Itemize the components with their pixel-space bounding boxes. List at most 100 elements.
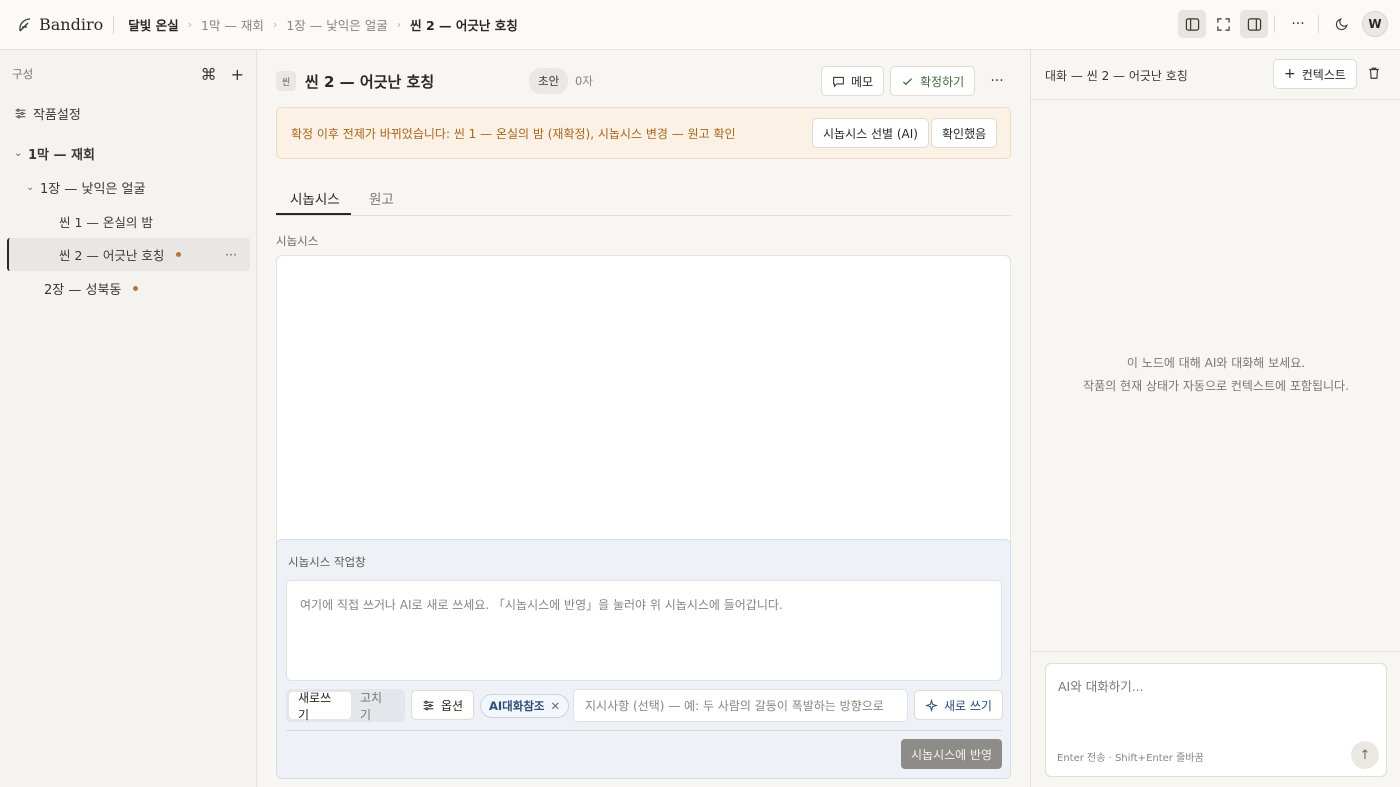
mode-edit-button[interactable]: 고치기	[351, 691, 402, 722]
command-icon[interactable]: ⌘	[201, 65, 217, 84]
toggle-left-sidebar-button[interactable]	[1178, 10, 1206, 38]
fullscreen-button[interactable]	[1209, 10, 1237, 38]
more-menu-button[interactable]: ···	[1284, 10, 1312, 38]
synopsis-editor[interactable]	[276, 255, 1011, 545]
apply-to-synopsis-button[interactable]: 시놉시스에 반영	[901, 739, 1003, 769]
trash-icon[interactable]	[1367, 66, 1381, 80]
chat-input[interactable]: AI와 대화하기... Enter 전송 · Shift+Enter 줄바꿈 ↑	[1045, 663, 1387, 777]
chat-header: 대화 — 씬 2 — 어긋난 호칭 + 컨텍스트	[1031, 50, 1400, 100]
instruction-input[interactable]: 지시사항 (선택) — 예: 두 사람의 갈등이 폭발하는 방향으로	[573, 689, 908, 722]
sidebar: 구성 ⌘ + 작품설정 ⌄ 1막 — 재회 ⌄ 1장 — 낯익은 얼굴 씬 1 …	[0, 50, 257, 787]
tree-node-scene2[interactable]: 씬 2 — 어긋난 호칭 ···	[59, 238, 249, 270]
warning-banner: 확정 이후 전제가 바뀌었습니다: 씬 1 — 온실의 밤 (재확정), 시놉시…	[276, 107, 1011, 159]
rewrite-label: 새로 쓰기	[944, 698, 992, 713]
chat-hint: Enter 전송 · Shift+Enter 줄바꿈	[1057, 753, 1204, 764]
toggle-right-panel-button[interactable]	[1240, 10, 1268, 38]
toolbar-divider	[1274, 15, 1275, 33]
top-toolbar: ··· W	[1175, 10, 1388, 38]
scene-header: 씬 씬 2 — 어긋난 호칭 초안 0자 메모 확정하기 ···	[276, 66, 1011, 96]
send-button[interactable]: ↑	[1351, 741, 1379, 769]
sliders-icon	[423, 700, 434, 710]
breadcrumb-act[interactable]: 1막 — 재회	[201, 15, 264, 34]
add-context-button[interactable]: + 컨텍스트	[1273, 59, 1357, 89]
feather-icon	[19, 17, 31, 31]
tab-synopsis[interactable]: 시놉시스	[290, 188, 340, 208]
tab-manuscript[interactable]: 원고	[369, 188, 394, 208]
sidebar-item-settings[interactable]: 작품설정	[14, 97, 81, 129]
scene-more-button[interactable]: ···	[984, 66, 1010, 96]
chevron-down-icon: ⌄	[14, 147, 23, 159]
breadcrumb-work[interactable]: 달빛 온실	[128, 15, 178, 34]
close-icon[interactable]: ✕	[551, 699, 561, 713]
chevron-right-icon: ›	[396, 18, 402, 31]
synopsis-workbench: 시놉시스 작업창 여기에 직접 쓰거나 AI로 새로 쓰세요. 「시놉시스에 반…	[276, 539, 1011, 779]
changed-dot	[176, 251, 182, 257]
instruction-placeholder: 지시사항 (선택) — 예: 두 사람의 갈등이 폭발하는 방향으로	[585, 699, 884, 713]
ellipsis-icon: ···	[1291, 16, 1305, 32]
status-badge[interactable]: 초안	[529, 68, 569, 94]
confirm-label: 확정하기	[920, 74, 965, 89]
editor-main: 씬 씬 2 — 어긋난 호칭 초안 0자 메모 확정하기 ··· 확정 이후 전…	[257, 50, 1030, 787]
mode-new-button[interactable]: 새로쓰기	[289, 691, 351, 722]
tree-node-scene1[interactable]: 씬 1 — 온실의 밤	[59, 205, 153, 237]
scene-type-chip: 씬	[276, 71, 296, 91]
brand-name: Bandiro	[39, 15, 104, 34]
tree-node-chapter2[interactable]: 2장 — 성북동	[44, 272, 139, 304]
message-icon	[833, 76, 844, 88]
empty-line-2: 작품의 현재 상태가 자동으로 컨텍스트에 포함됩니다.	[1083, 379, 1349, 393]
plus-icon: +	[1284, 66, 1296, 82]
sliders-icon	[15, 108, 26, 118]
acknowledge-button[interactable]: 확인했음	[931, 118, 998, 148]
chevron-right-icon: ›	[187, 18, 193, 31]
sidebar-item-label: 작품설정	[33, 107, 81, 123]
workbench-title: 시놉시스 작업창	[288, 555, 366, 569]
workbench-divider	[286, 730, 1002, 731]
options-label: 옵션	[441, 698, 464, 713]
arrow-up-icon: ↑	[1359, 747, 1371, 763]
avatar[interactable]: W	[1362, 11, 1388, 37]
sidebar-right-icon	[1247, 17, 1261, 31]
chat-title: 대화 — 씬 2 — 어긋난 호칭	[1045, 69, 1188, 83]
confirm-button[interactable]: 확정하기	[890, 66, 976, 96]
empty-line-1: 이 노드에 대해 AI와 대화해 보세요.	[1126, 356, 1306, 370]
theme-toggle-button[interactable]	[1328, 10, 1356, 38]
expand-icon	[1216, 17, 1230, 31]
char-count: 0자	[575, 74, 593, 88]
breadcrumb-chapter[interactable]: 1장 — 낯익은 얼굴	[286, 15, 387, 34]
add-icon[interactable]: +	[231, 65, 244, 84]
tree-node-label: 씬 1 — 온실의 밤	[59, 214, 153, 230]
sidebar-left-icon	[1185, 17, 1199, 31]
sparkle-icon	[925, 698, 938, 712]
rewrite-button[interactable]: 새로 쓰기	[914, 690, 1003, 720]
tree-node-label: 1장 — 낯익은 얼굴	[40, 181, 146, 197]
brand[interactable]: Bandiro	[0, 0, 128, 49]
ai-chat-reference-chip[interactable]: AI대화참조 ✕	[480, 694, 570, 718]
chevron-down-icon: ⌄	[26, 181, 35, 193]
tree-node-chapter1[interactable]: ⌄ 1장 — 낯익은 얼굴	[26, 171, 145, 203]
warning-text: 확정 이후 전제가 바뀌었습니다: 씬 1 — 온실의 밤 (재확정), 시놉시…	[291, 127, 736, 141]
moon-icon	[1335, 18, 1348, 31]
workbench-textarea[interactable]: 여기에 직접 쓰거나 AI로 새로 쓰세요. 「시놉시스에 반영」을 눌러야 위…	[286, 580, 1002, 681]
options-button[interactable]: 옵션	[411, 690, 475, 720]
sidebar-title: 구성	[12, 67, 34, 81]
sidebar-header: 구성 ⌘ +	[0, 50, 256, 98]
tree-node-act1[interactable]: ⌄ 1막 — 재회	[14, 137, 95, 169]
chat-panel: 대화 — 씬 2 — 어긋난 호칭 + 컨텍스트 이 노드에 대해 AI와 대화…	[1030, 50, 1400, 787]
mode-toggle: 새로쓰기 고치기	[286, 689, 405, 722]
ai-review-button[interactable]: 시놉시스 선별 (AI)	[812, 118, 929, 148]
tree-node-label: 2장 — 성북동	[44, 282, 122, 298]
ellipsis-icon: ···	[990, 73, 1004, 89]
workbench-placeholder: 여기에 직접 쓰거나 AI로 새로 쓰세요. 「시놉시스에 반영」을 눌러야 위…	[300, 598, 783, 612]
ellipsis-icon[interactable]: ···	[225, 247, 237, 262]
context-label: 컨텍스트	[1301, 67, 1346, 82]
chip-label: AI대화참조	[489, 699, 545, 713]
breadcrumb-scene[interactable]: 씬 2 — 어긋난 호칭	[410, 15, 518, 34]
memo-label: 메모	[851, 74, 874, 89]
tab-bar: 시놉시스 원고	[276, 180, 1011, 216]
tree-node-label: 1막 — 재회	[28, 147, 95, 163]
check-icon	[902, 77, 913, 85]
top-bar: Bandiro 달빛 온실 › 1막 — 재회 › 1장 — 낯익은 얼굴 › …	[0, 0, 1400, 50]
toolbar-divider	[1318, 15, 1319, 33]
tree-node-label: 씬 2 — 어긋난 호칭	[59, 247, 165, 263]
memo-button[interactable]: 메모	[821, 66, 885, 96]
